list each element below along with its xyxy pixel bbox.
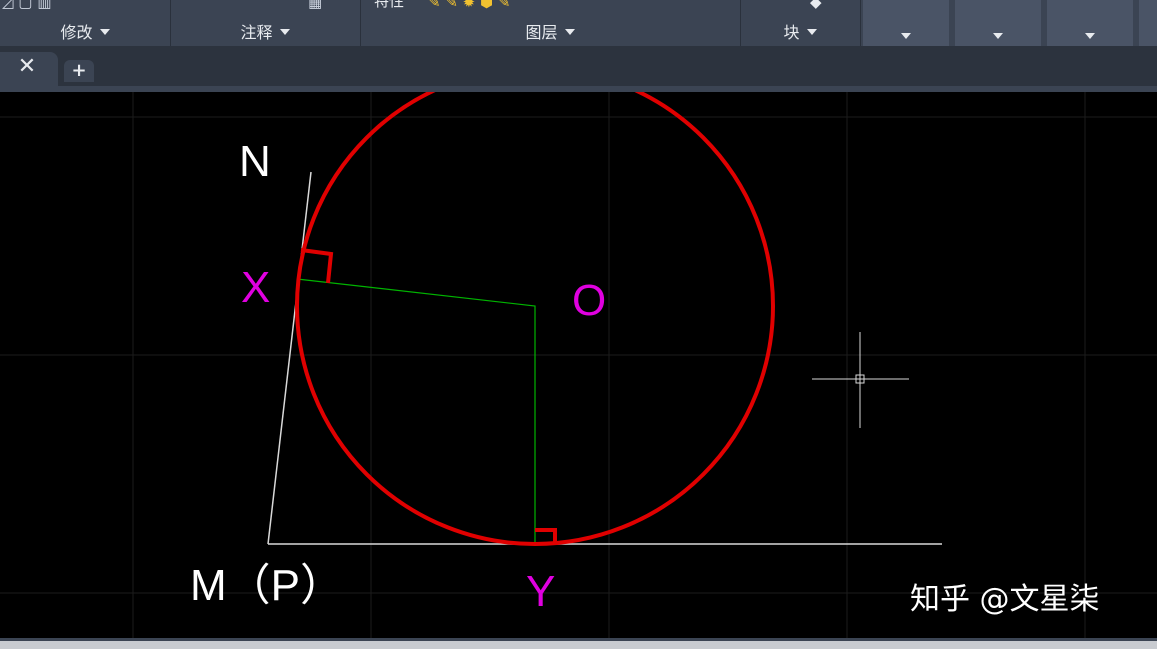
ribbon-panel-collapsed-2[interactable] [955,0,1041,46]
layer-tools-icon[interactable]: ✎ ✎ ✹ ⬢ ✎ [428,0,510,10]
canvas-grid [0,92,1157,638]
close-icon[interactable]: ✕ [16,55,38,79]
ribbon-panel-modify[interactable]: ◿ ▢ ▥ ⌒ 修改 [0,0,171,46]
watermark: 知乎 @文星柒 [910,582,1100,617]
panel-label-block: 块 [783,23,800,42]
chevron-down-icon[interactable] [806,29,817,35]
ribbon-panel-collapsed-4[interactable] [1139,0,1157,46]
ribbon-panel-block[interactable]: ◆ 块 [740,0,861,46]
label-o: O [572,276,607,325]
chevron-down-icon[interactable] [99,29,110,35]
status-bar-fill [0,641,1157,649]
chevron-down-icon[interactable] [279,29,290,35]
status-bar-edge [0,638,1157,649]
chevron-down-icon[interactable] [993,33,1003,39]
ribbon-panel-annotate[interactable]: ▦ 注释 [170,0,361,46]
crosshair-cursor-icon [812,332,909,428]
drawing-svg[interactable] [0,92,1157,638]
label-n: N [239,137,271,186]
label-m-p: M（P） [190,561,344,610]
ribbon-panel-collapsed-1[interactable] [863,0,949,46]
right-angle-marker-x [300,248,334,284]
modify-tools-icon[interactable]: ◿ ▢ ▥ ⌒ [2,0,71,10]
chevron-down-icon[interactable] [1085,33,1095,39]
panel-label-modify: 修改 [60,23,93,42]
panel-title-layers[interactable]: 图层 [360,22,740,44]
ribbon-panel-layers[interactable]: 特性 ✎ ✎ ✹ ⬢ ✎ 图层 [360,0,741,46]
ribbon: ◿ ▢ ▥ ⌒ 修改 ▦ 注释 特性 ✎ ✎ ✹ ⬢ ✎ 图层 ◆ 块 [0,0,1157,46]
ribbon-panel-collapsed-3[interactable] [1047,0,1133,46]
drawing-canvas[interactable]: N X O M（P） Y [0,92,1157,638]
panel-title-annotate[interactable]: 注释 [170,22,360,44]
new-tab-button[interactable]: + [64,60,94,82]
label-x: X [241,263,271,312]
radius-ox-oy[interactable] [296,278,536,544]
insert-block-icon[interactable]: ◆ [810,0,822,10]
cad-window: ◿ ▢ ▥ ⌒ 修改 ▦ 注释 特性 ✎ ✎ ✹ ⬢ ✎ 图层 ◆ 块 ✕ + … [0,0,1157,649]
panel-title-modify[interactable]: 修改 [0,22,170,44]
panel-label-layers: 图层 [525,23,558,42]
chevron-down-icon[interactable] [901,33,911,39]
document-tab[interactable]: ✕ [0,52,58,86]
table-icon[interactable]: ▦ [308,0,322,10]
chevron-down-icon[interactable] [564,29,575,35]
panel-title-block[interactable]: 块 [740,22,860,44]
panel-label-annotate: 注释 [240,23,273,42]
label-y: Y [526,567,556,616]
document-tab-strip: ✕ + [0,46,1157,86]
properties-label: 特性 [374,0,405,10]
